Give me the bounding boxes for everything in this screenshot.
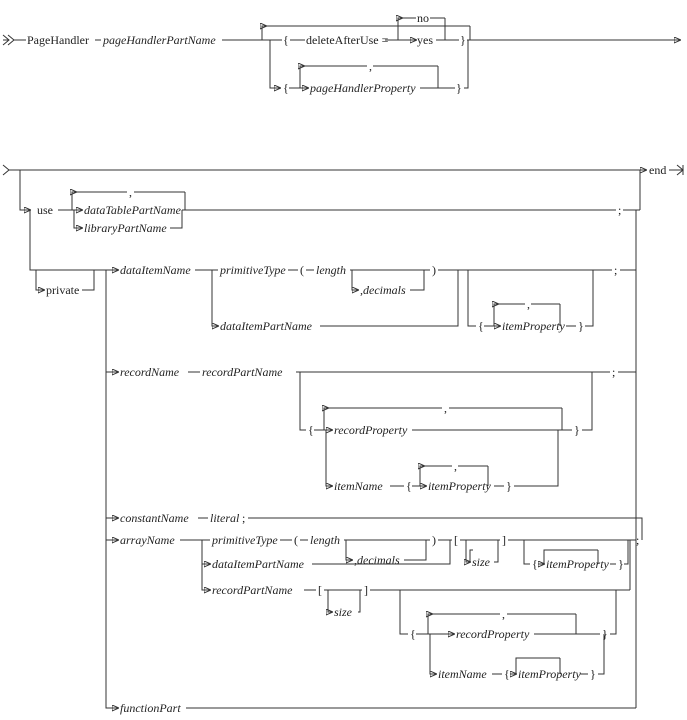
branch-constant: constantName literal ; bbox=[106, 372, 636, 525]
id-recordproperty-1: recordProperty bbox=[334, 423, 408, 437]
branch-record: recordName recordPartName ; { , recordPr… bbox=[106, 270, 636, 493]
id-itemproperty-3: itemProperty bbox=[546, 557, 610, 571]
branch-functionpart: functionPart bbox=[106, 518, 636, 715]
id-itemname-2: itemName bbox=[438, 667, 487, 681]
rbrace-rec2: } bbox=[602, 627, 608, 641]
comma-rec2: , bbox=[502, 607, 505, 621]
id-dataitemname: dataItemName bbox=[120, 263, 191, 277]
comma-rec: , bbox=[444, 401, 447, 415]
id-librarypartname: libraryPartName bbox=[84, 221, 167, 235]
diagram-head: PageHandler pageHandlerPartName { delete… bbox=[3, 11, 680, 95]
rbrace-1: } bbox=[460, 33, 466, 47]
syntax-diagram: line,path,polyline{stroke:#333;stroke-wi… bbox=[0, 0, 687, 720]
kw-deleteafteruse: deleteAfterUse = bbox=[306, 33, 389, 47]
lbrace-item1: { bbox=[478, 319, 484, 333]
kw-pagehandler: PageHandler bbox=[27, 33, 89, 47]
semi-record: ; bbox=[612, 365, 615, 379]
lbrace-ip3: { bbox=[504, 667, 510, 681]
rbr-2: ] bbox=[364, 583, 368, 597]
id-literal: literal bbox=[210, 511, 240, 525]
lbr-1: [ bbox=[454, 533, 458, 547]
id-functionpart: functionPart bbox=[120, 701, 181, 715]
comma-1: , bbox=[369, 59, 372, 73]
branch-private: private bbox=[36, 270, 94, 297]
id-length-1: length bbox=[316, 263, 346, 277]
id-itemproperty-1: itemProperty bbox=[502, 319, 566, 333]
semi-use: ; bbox=[618, 203, 621, 217]
branch-dataitem: dataItemName primitiveType ( length ,dec… bbox=[106, 210, 636, 333]
id-recordproperty-2: recordProperty bbox=[456, 627, 530, 641]
id-dataitempartname-2: dataItemPartName bbox=[212, 557, 305, 571]
opt-no: no bbox=[417, 11, 429, 25]
rbr-1: ] bbox=[502, 533, 506, 547]
id-length-2: length bbox=[310, 533, 340, 547]
rbrace-rec: } bbox=[574, 423, 580, 437]
id-datatablepartname: dataTablePartName bbox=[84, 203, 182, 217]
lparen-1: ( bbox=[300, 263, 304, 277]
branch-use: use , dataTablePartName libraryPartName … bbox=[37, 185, 640, 235]
lbrace-rec: { bbox=[308, 423, 314, 437]
id-dataitempartname-1: dataItemPartName bbox=[220, 319, 313, 333]
id-itemproperty-2: itemProperty bbox=[428, 479, 492, 493]
id-pagehandlerpartname: pageHandlerPartName bbox=[102, 33, 216, 47]
rbrace-ip2: } bbox=[618, 557, 624, 571]
semi-arr: ; bbox=[636, 533, 639, 547]
semi-const: ; bbox=[242, 511, 245, 525]
rbrace-ip3: } bbox=[590, 667, 596, 681]
rparen-2: ) bbox=[432, 533, 436, 547]
rparen-1: ) bbox=[432, 263, 436, 277]
lbrace-ip1: { bbox=[406, 479, 412, 493]
kw-use: use bbox=[37, 203, 53, 217]
kw-private: private bbox=[46, 283, 79, 297]
semi-dataitem: ; bbox=[614, 263, 617, 277]
id-pagehandlerproperty: pageHandlerProperty bbox=[309, 81, 416, 95]
id-recordname: recordName bbox=[120, 365, 180, 379]
rbrace-2: } bbox=[456, 81, 462, 95]
id-itemname-1: itemName bbox=[334, 479, 383, 493]
id-itemproperty-4: itemProperty bbox=[518, 667, 582, 681]
lbr-2: [ bbox=[318, 583, 322, 597]
id-primitivetype-1: primitiveType bbox=[219, 263, 286, 277]
id-decimals-2: ,decimals bbox=[354, 553, 400, 567]
comma-ip1: , bbox=[454, 459, 457, 473]
lbrace-rec2: { bbox=[410, 627, 416, 641]
id-arrayname: arrayName bbox=[120, 533, 175, 547]
comma-use: , bbox=[129, 185, 132, 199]
id-decimals-1: ,decimals bbox=[360, 283, 406, 297]
lbrace-1: { bbox=[283, 33, 289, 47]
lbrace-ip2: { bbox=[532, 557, 538, 571]
id-size-1: size bbox=[472, 555, 491, 569]
rbrace-item1: } bbox=[578, 319, 584, 333]
id-recordpartname-1: recordPartName bbox=[202, 365, 283, 379]
lparen-2: ( bbox=[294, 533, 298, 547]
diagram-body: end use , dataTablePartName libraryPartN… bbox=[3, 163, 683, 715]
opt-yes: yes bbox=[417, 33, 433, 47]
kw-end: end bbox=[649, 163, 666, 177]
lbrace-2: { bbox=[283, 81, 289, 95]
id-primitivetype-2: primitiveType bbox=[211, 533, 278, 547]
id-recordpartname-2: recordPartName bbox=[212, 583, 293, 597]
comma-item1: , bbox=[527, 297, 530, 311]
id-size-2: size bbox=[334, 605, 353, 619]
rbrace-ip1: } bbox=[506, 479, 512, 493]
id-constantname: constantName bbox=[120, 511, 189, 525]
